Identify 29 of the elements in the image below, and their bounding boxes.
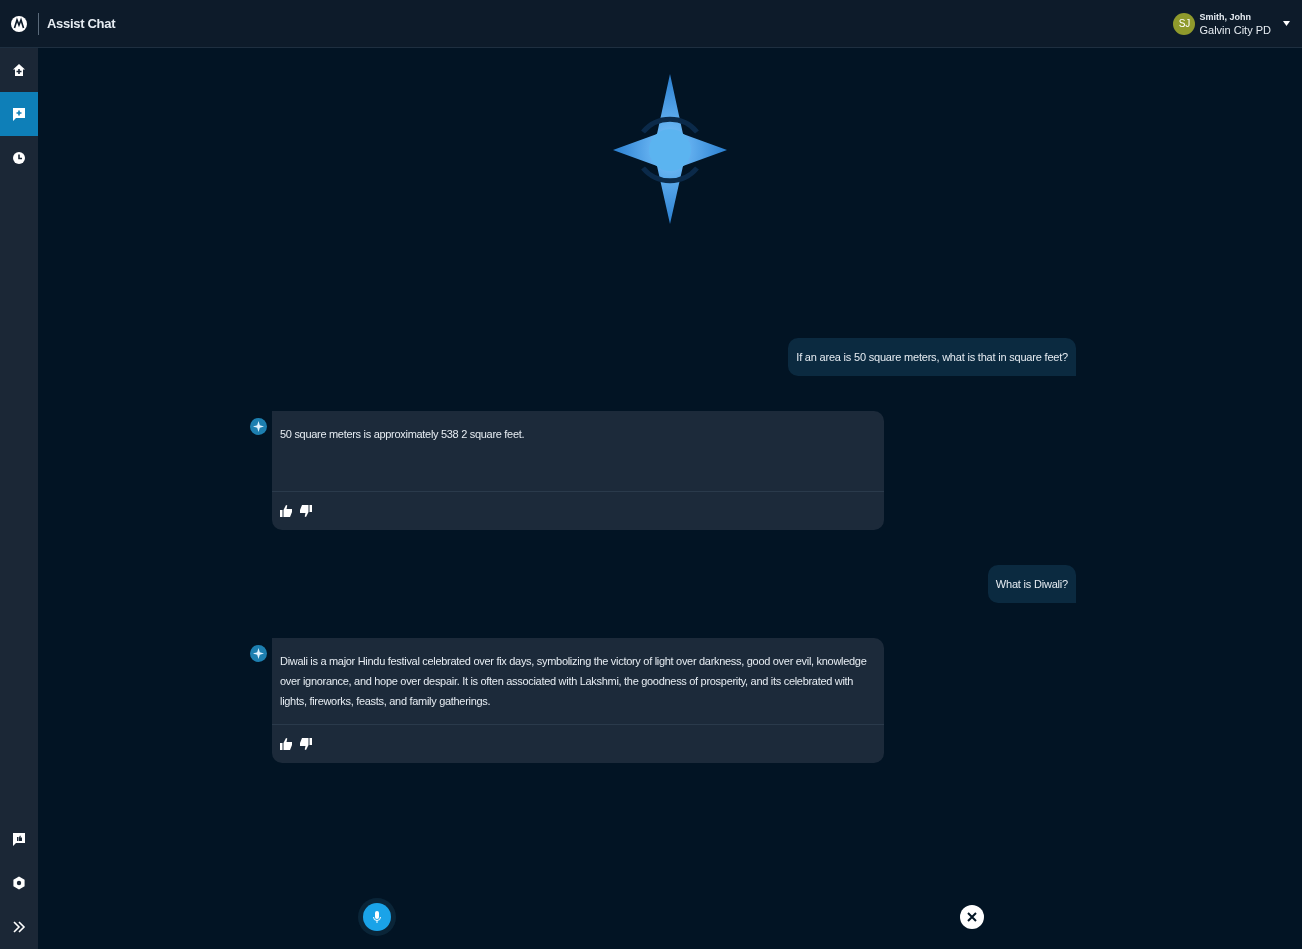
microphone-icon — [373, 910, 381, 924]
logo-icon — [11, 15, 27, 32]
thumbs-down-button[interactable] — [300, 738, 312, 750]
thumbs-up-icon — [280, 505, 292, 517]
thumbs-up-icon — [280, 738, 292, 750]
settings-icon — [12, 876, 26, 890]
thumbs-down-icon — [300, 505, 312, 517]
user-avatar: SJ — [1173, 12, 1196, 35]
double-chevron-icon — [12, 920, 26, 934]
home-icon — [12, 63, 26, 77]
assistant-avatar-icon — [250, 418, 267, 435]
user-agency: Galvin City PD — [1199, 23, 1271, 37]
user-message: If an area is 50 square meters, what is that in square feet? — [788, 338, 1076, 376]
assistant-avatar-icon — [250, 645, 267, 662]
chat-add-icon — [12, 107, 26, 121]
close-button[interactable] — [960, 905, 984, 929]
clock-icon — [12, 151, 26, 165]
thumbs-down-button[interactable] — [300, 505, 312, 517]
close-icon — [966, 911, 978, 923]
assistant-message: 50 square meters is approximately 538 2 square feet. — [279, 427, 526, 442]
dropdown-caret-icon[interactable] — [1283, 21, 1290, 26]
feedback-icon — [12, 832, 26, 846]
thumbs-down-icon — [300, 738, 312, 750]
thumbs-up-button[interactable] — [280, 738, 292, 750]
user-name: Smith, John — [1199, 10, 1252, 24]
thumbs-up-button[interactable] — [280, 505, 292, 517]
app-title: Assist Chat — [47, 16, 116, 31]
assistant-message: Diwali is a major Hindu festival celebrated over fix days, symbolizing the victory of light over darkness, good over evil, knowledge over ignorance, and hope over despair. It is often associated with Lakshmi, the goodness of prosperity, and its celebrated with lights, fireworks, feasts, and family gatherings. — [279, 654, 868, 709]
user-message: What is Diwali? — [987, 565, 1076, 603]
